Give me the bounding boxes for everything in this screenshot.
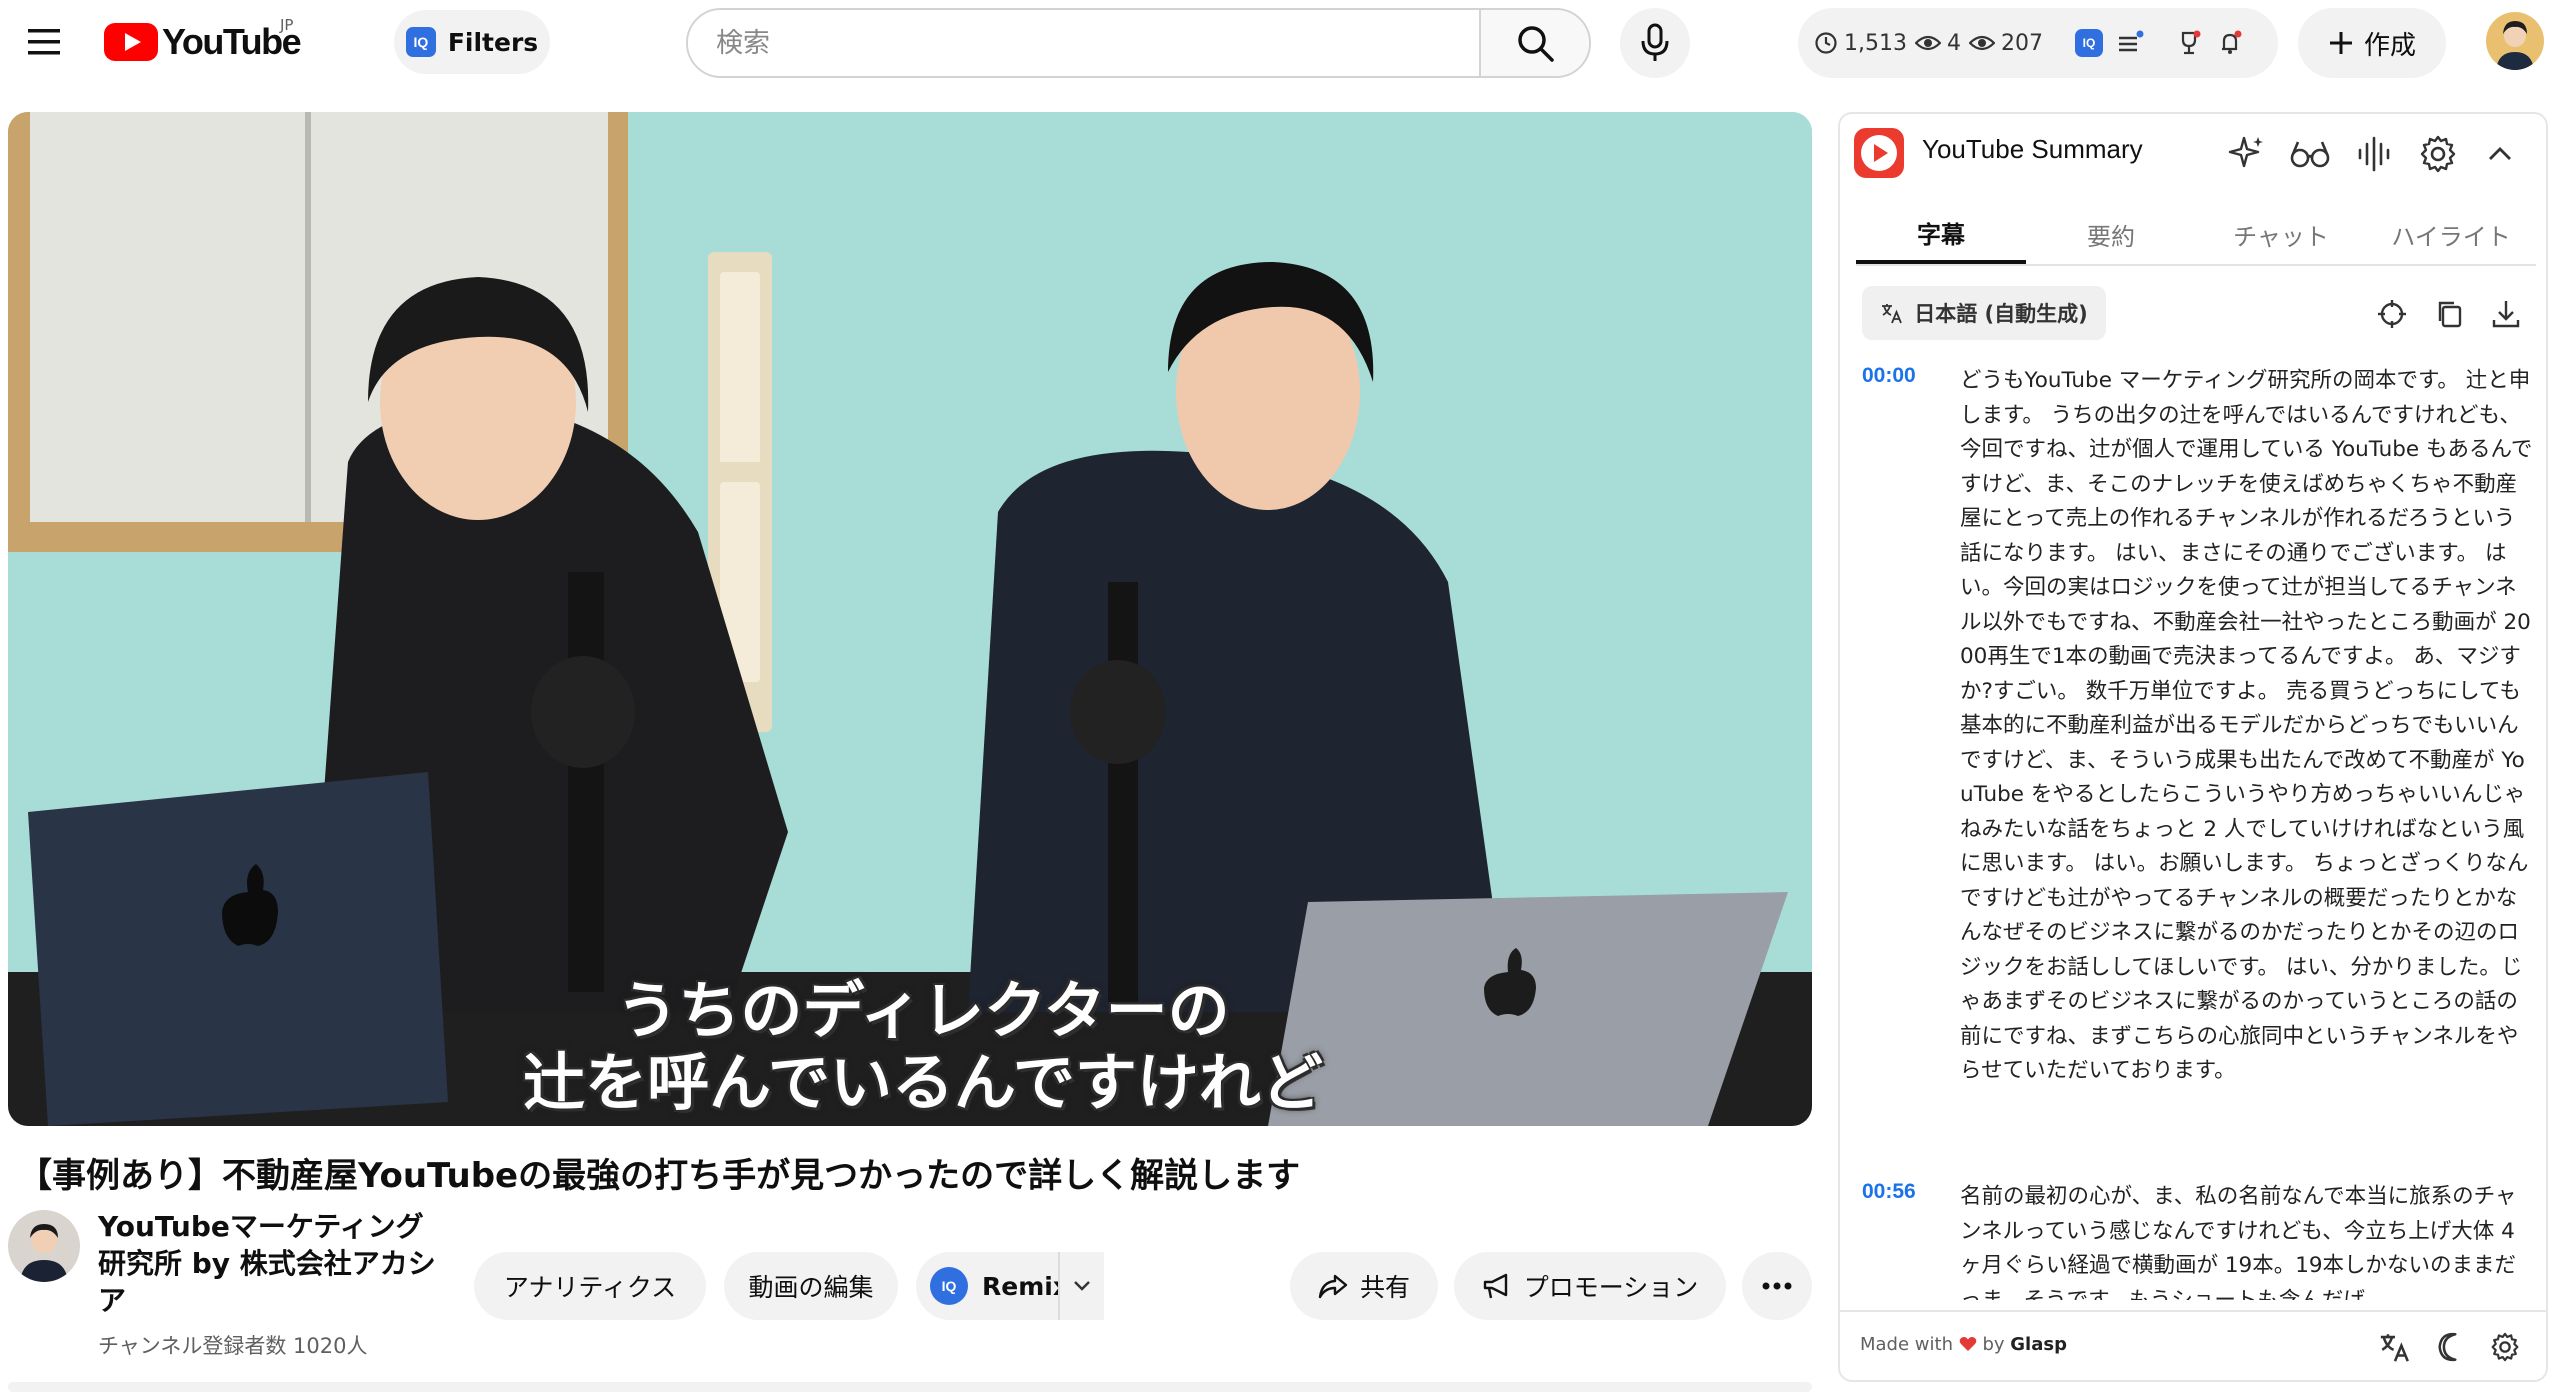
translate-icon: [1882, 304, 1903, 324]
settings-gear-icon[interactable]: [2416, 132, 2460, 176]
clock-icon: [1815, 32, 1837, 54]
tab-highlights[interactable]: ハイライト: [2366, 204, 2536, 264]
eye-icon: [1914, 35, 1941, 51]
language-label: 日本語 (自動生成): [1914, 302, 2088, 326]
list-icon[interactable]: [2117, 30, 2145, 56]
summary-logo-icon: [1854, 128, 1904, 178]
panel-title: YouTube Summary: [1922, 134, 2143, 164]
more-actions-button[interactable]: [1742, 1252, 1812, 1320]
tab-summary[interactable]: 要約: [2026, 204, 2196, 264]
search-input[interactable]: [688, 10, 1479, 76]
tab-chat[interactable]: チャット: [2196, 204, 2366, 264]
top-bar: YouTube JP IQ Filters 1,513 4 207 IQ: [0, 0, 2560, 84]
search-icon: [1518, 26, 1554, 62]
video-player[interactable]: うちのディレクターの 辻を呼んでいるんですけれど: [8, 112, 1812, 1126]
search-box: [686, 8, 1591, 78]
made-with-label: Made with: [1860, 1334, 1953, 1355]
summary-tabs: 字幕 要約 チャット ハイライト: [1856, 204, 2536, 266]
eye-icon: [1968, 35, 1995, 51]
plus-icon: [2329, 32, 2352, 54]
more-horizontal-icon: [1762, 1282, 1792, 1290]
youtube-play-icon: [104, 23, 158, 61]
iq-remix-icon: IQ: [930, 1267, 968, 1305]
share-icon: [1318, 1274, 1348, 1299]
settings-gear-icon[interactable]: [2488, 1330, 2522, 1364]
voice-search-button[interactable]: [1620, 8, 1690, 78]
avatar-image: [2486, 12, 2544, 70]
microphone-icon: [1641, 23, 1669, 61]
bottom-divider: [8, 1382, 1812, 1392]
extension-stats-bar: 1,513 4 207 IQ: [1798, 8, 2278, 78]
segment-text: 名前の最初の心が、ま、私の名前なんで本当に旅系のチャンネルっていう感じなんですけ…: [1960, 1184, 2517, 1300]
promotion-button[interactable]: プロモーション: [1454, 1252, 1726, 1320]
channel-name[interactable]: YouTubeマーケティング研究所 by 株式会社アカシア: [98, 1208, 438, 1319]
translate-icon[interactable]: [2378, 1330, 2412, 1364]
panel-footer: Made with by Glasp: [1840, 1310, 2546, 1380]
create-button[interactable]: 作成: [2298, 8, 2446, 78]
youtube-logo[interactable]: YouTube JP: [104, 16, 302, 62]
tab-subtitles[interactable]: 字幕: [1856, 204, 2026, 264]
glasp-brand: Glasp: [2010, 1334, 2067, 1355]
megaphone-icon: [1483, 1273, 1507, 1299]
transcript-list: 00:00 どうもYouTube マーケティング研究所の岡本です。 辻と申します…: [1840, 364, 2546, 1300]
language-selector[interactable]: 日本語 (自動生成): [1862, 286, 2106, 340]
glasses-icon[interactable]: [2288, 132, 2332, 176]
channel-avatar[interactable]: [8, 1210, 80, 1282]
watch-time-stat[interactable]: 1,513: [1814, 31, 1907, 56]
made-with-glasp[interactable]: Made with by Glasp: [1860, 1334, 2067, 1355]
video-title: 【事例あり】不動産屋YouTubeの最強の打ち手が見つかったので詳しく解説します: [18, 1156, 1301, 1196]
audio-waveform-icon[interactable]: [2352, 132, 2396, 176]
views-a-value: 4: [1946, 30, 1961, 56]
download-icon[interactable]: [2486, 294, 2526, 334]
made-by-label: by: [1982, 1334, 2005, 1355]
collapse-chevron-up-icon[interactable]: [2478, 132, 2522, 176]
segment-timestamp[interactable]: 00:00: [1862, 364, 1916, 388]
edit-video-button[interactable]: 動画の編集: [724, 1252, 898, 1320]
views-stat-b[interactable]: 207: [1968, 30, 2043, 56]
watch-time-value: 1,513: [1844, 30, 1907, 56]
menu-button[interactable]: [12, 10, 76, 74]
sparkle-icon[interactable]: [2224, 132, 2268, 176]
create-label: 作成: [2363, 30, 2416, 61]
views-b-value: 207: [2000, 30, 2043, 56]
search-button[interactable]: [1479, 10, 1589, 76]
dark-mode-moon-icon[interactable]: [2434, 1330, 2468, 1364]
iq-extension-icon[interactable]: IQ: [2074, 29, 2103, 57]
youtube-summary-panel: YouTube Summary 字幕 要約 チャット ハイライト 日本語 (自動…: [1838, 112, 2548, 1382]
bell-icon[interactable]: [2217, 29, 2245, 57]
remix-label: Remix: [982, 1271, 1069, 1301]
copy-icon[interactable]: [2430, 294, 2470, 334]
region-label: JP: [280, 16, 294, 34]
chevron-down-icon: [1074, 1281, 1090, 1291]
promotion-label: プロモーション: [1523, 1273, 1699, 1302]
crosshair-icon[interactable]: [2372, 294, 2412, 334]
trophy-icon[interactable]: [2175, 29, 2203, 57]
segment-timestamp[interactable]: 00:56: [1862, 1180, 1916, 1204]
channel-avatar-image: [8, 1210, 80, 1282]
views-stat-a[interactable]: 4: [1914, 30, 1961, 56]
video-subtitle: うちのディレクターの 辻を呼んでいるんですけれど: [483, 932, 1363, 1126]
heart-icon: [1959, 1337, 1977, 1351]
hamburger-icon: [28, 29, 60, 55]
filters-button[interactable]: IQ Filters: [394, 10, 550, 74]
account-avatar[interactable]: [2486, 12, 2544, 70]
analytics-button[interactable]: アナリティクス: [474, 1252, 706, 1320]
share-label: 共有: [1359, 1273, 1410, 1302]
subscriber-count: チャンネル登録者数 1020人: [98, 1334, 368, 1358]
subtitle-line-2: 辻を呼んでいるんですけれど: [523, 1046, 1323, 1119]
segment-text: どうもYouTube マーケティング研究所の岡本です。 辻と申します。 うちの出…: [1960, 368, 2533, 1083]
filters-label: Filters: [447, 27, 539, 57]
share-button[interactable]: 共有: [1290, 1252, 1438, 1320]
iq-badge: IQ: [405, 27, 436, 57]
